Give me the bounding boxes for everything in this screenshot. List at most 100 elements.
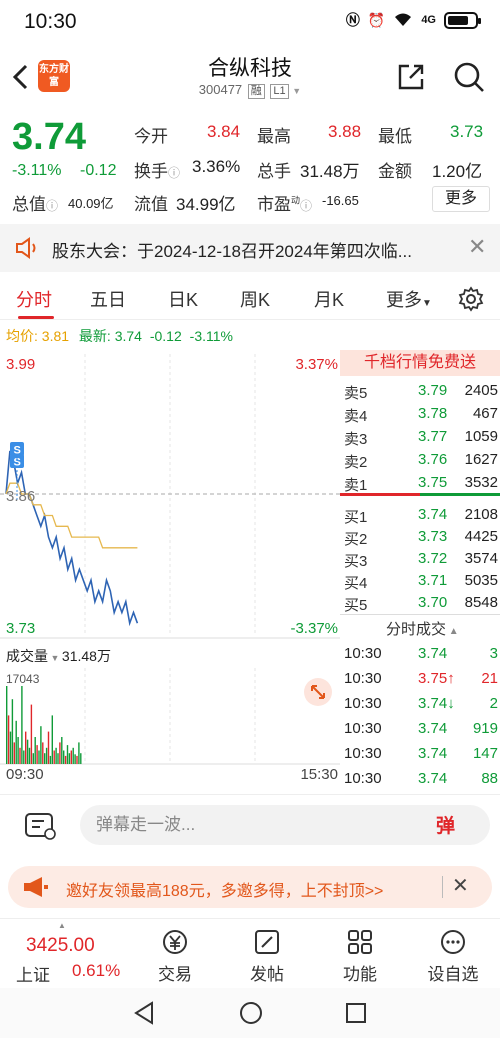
caret-down-icon: ▼: [422, 298, 432, 309]
bid-row[interactable]: 买1 3.74 2108: [344, 504, 498, 526]
more-button[interactable]: 更多: [432, 186, 490, 212]
ask-volume: 1627: [464, 451, 498, 468]
ask-price: 3.75: [418, 474, 448, 491]
tab-daily-k[interactable]: 日K: [168, 286, 198, 312]
volume-bar: [38, 750, 40, 764]
volume-bar: [74, 754, 76, 764]
close-icon[interactable]: ✕: [468, 234, 486, 260]
share-icon[interactable]: [396, 62, 426, 92]
comment-bar: 弹幕走一波... 弹: [0, 794, 500, 856]
danmu-settings-icon[interactable]: [24, 811, 58, 841]
chevron-down-icon: ▼: [292, 86, 302, 96]
trade-row: 10:30 3.74 147: [344, 743, 498, 765]
volume-bar: [68, 753, 71, 764]
quote-panel: 3.74 -3.11% -0.12 今开 3.84 最高 3.88 最低 3.7…: [0, 110, 500, 216]
promo-banner[interactable]: 邀好友领最高188元，多邀多得，上不封顶>> ✕: [8, 866, 492, 908]
notice-bar[interactable]: 股东大会：于2024-12-18召开2024年第四次临... ✕: [0, 224, 500, 272]
index-percent: 0.61%: [72, 961, 121, 980]
bid-divider: [420, 493, 500, 496]
expand-icon[interactable]: [304, 678, 332, 706]
volume-bar: [80, 753, 82, 764]
trades-header[interactable]: 分时成交 ▲: [386, 618, 459, 639]
ask-row[interactable]: 卖2 3.76 1627: [344, 449, 498, 471]
volume-bar: [28, 747, 31, 764]
bid-price: 3.74: [418, 506, 448, 523]
margin-tag: 融: [247, 84, 265, 99]
orderbook-promo[interactable]: 千档行情免费送: [340, 350, 500, 376]
volume-bar: [59, 742, 61, 764]
recents-square-icon[interactable]: [344, 1001, 368, 1025]
volume-bar: [15, 720, 17, 764]
volume-bar: [42, 742, 44, 764]
volume-bar: [34, 737, 36, 764]
system-nav-bar: [0, 988, 500, 1038]
nav-post[interactable]: 发帖: [232, 927, 302, 985]
tab-five-day[interactable]: 五日: [90, 286, 126, 312]
volume-bar: [63, 750, 65, 764]
nav-functions[interactable]: 功能: [325, 927, 395, 985]
trade-row: 10:30 3.74 919: [344, 718, 498, 740]
tab-more[interactable]: 更多▼: [386, 286, 432, 312]
gear-icon[interactable]: [458, 286, 484, 312]
back-triangle-icon[interactable]: [132, 1000, 156, 1026]
y-bottom-label: 3.73: [6, 620, 36, 637]
volume-bar: [45, 747, 48, 764]
trade-time: 10:30: [344, 695, 382, 712]
nav-functions-label: 功能: [343, 965, 377, 984]
more-dots-icon: [441, 930, 465, 954]
ask-row[interactable]: 卖3 3.77 1059: [344, 426, 498, 448]
tab-intraday[interactable]: 分时: [16, 286, 52, 312]
status-time: 10:30: [24, 10, 77, 33]
info-icon[interactable]: ⓘ: [300, 199, 312, 213]
search-icon[interactable]: [452, 60, 486, 94]
intraday-chart[interactable]: SS 3.99 3.86 3.73 3.37% -3.37%: [0, 350, 340, 640]
trade-volume: 88: [481, 770, 498, 787]
speaker-icon: [16, 237, 36, 259]
ask-row[interactable]: 卖5 3.79 2405: [344, 380, 498, 402]
trade-volume: 3: [489, 645, 498, 662]
change-percent: -3.11%: [12, 162, 62, 179]
volume-bar: [25, 731, 27, 764]
close-icon[interactable]: ✕: [452, 873, 469, 898]
tab-weekly-k[interactable]: 周K: [240, 286, 270, 312]
volume-bar: [11, 699, 14, 764]
float-cap-label: 流值: [134, 195, 168, 214]
megaphone-icon: [24, 877, 48, 897]
bid-volume: 3574: [464, 550, 498, 567]
bid-row[interactable]: 买3 3.72 3574: [344, 548, 498, 570]
change-amount: -0.12: [80, 162, 117, 179]
info-icon[interactable]: ⓘ: [168, 166, 180, 180]
price-chart-svg: SS: [0, 354, 340, 639]
bid-price: 3.72: [418, 550, 448, 567]
home-circle-icon[interactable]: [238, 1000, 264, 1026]
volume-total: 31.48万: [61, 648, 111, 664]
nav-add-watchlist[interactable]: 设自选: [418, 927, 488, 985]
high-label: 最高: [257, 127, 291, 146]
ask-label: 卖4: [344, 408, 368, 425]
danmu-input[interactable]: 弹幕走一波...: [80, 805, 490, 845]
volume-bar: [23, 750, 25, 764]
volume-chart[interactable]: 成交量 ▼ 31.48万 17043 09:30 15:30: [0, 642, 340, 790]
bid-row[interactable]: 买5 3.70 8548: [344, 592, 498, 614]
bid-row[interactable]: 买4 3.71 5035: [344, 570, 498, 592]
volume-bar: [53, 750, 55, 764]
ask-row[interactable]: 卖4 3.78 467: [344, 403, 498, 425]
trade-time: 10:30: [344, 770, 382, 787]
bid-row[interactable]: 买2 3.73 4425: [344, 526, 498, 548]
trade-price: 3.75↑: [418, 670, 455, 687]
ask-row[interactable]: 卖1 3.75 3532: [344, 472, 498, 494]
nav-trade[interactable]: 交易: [140, 927, 210, 985]
info-icon[interactable]: ⓘ: [46, 199, 58, 213]
tab-monthly-k[interactable]: 月K: [314, 286, 344, 312]
trade-volume: 2: [489, 695, 498, 712]
bid-price: 3.71: [418, 572, 448, 589]
pct-top-label: 3.37%: [295, 356, 338, 373]
trade-time: 10:30: [344, 645, 382, 662]
bid-label: 买5: [344, 597, 368, 614]
bid-price: 3.73: [418, 528, 448, 545]
volume-selector[interactable]: 成交量 ▼ 31.48万: [6, 646, 111, 666]
time-end-label: 15:30: [300, 766, 338, 783]
ask-price: 3.78: [418, 405, 448, 422]
danmu-button[interactable]: 弹: [436, 811, 455, 838]
volume-bar: [13, 742, 15, 764]
